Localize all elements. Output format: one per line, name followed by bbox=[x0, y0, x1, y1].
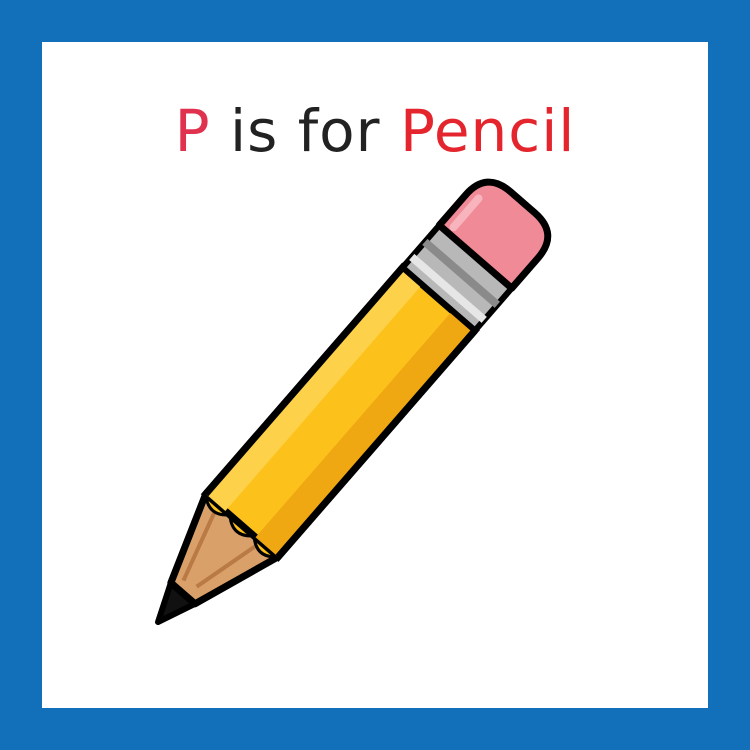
pencil-icon bbox=[155, 178, 552, 625]
pencil-body bbox=[200, 262, 480, 562]
